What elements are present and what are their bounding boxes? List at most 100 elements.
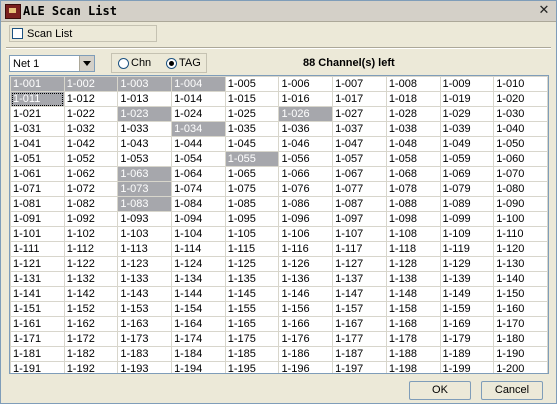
channel-cell[interactable]: 1-001: [10, 76, 65, 92]
channel-cell[interactable]: 1-185: [224, 346, 280, 362]
channel-cell[interactable]: 1-077: [332, 181, 387, 197]
scan-list-checkbox[interactable]: [12, 28, 23, 39]
channel-cell[interactable]: 1-099: [439, 211, 495, 227]
channel-cell[interactable]: 1-156: [278, 301, 334, 317]
channel-cell[interactable]: 1-097: [332, 211, 387, 227]
channel-cell[interactable]: 1-044: [171, 136, 226, 152]
channel-cell[interactable]: 1-132: [63, 271, 119, 287]
channel-cell[interactable]: 1-068: [385, 166, 441, 182]
channel-cell[interactable]: 1-085: [224, 196, 280, 212]
channel-cell[interactable]: 1-172: [63, 331, 119, 347]
channel-cell[interactable]: 1-142: [63, 286, 119, 302]
channel-cell[interactable]: 1-148: [385, 286, 441, 302]
channel-cell[interactable]: 1-049: [439, 136, 495, 152]
channel-cell[interactable]: 1-108: [385, 226, 441, 242]
channel-cell[interactable]: 1-048: [385, 136, 441, 152]
channel-cell[interactable]: 1-040: [493, 121, 548, 137]
channel-cell[interactable]: 1-033: [117, 121, 173, 137]
channel-cell[interactable]: 1-089: [439, 196, 495, 212]
channel-cell[interactable]: 1-151: [10, 301, 65, 317]
channel-cell[interactable]: 1-074: [171, 181, 226, 197]
ok-button[interactable]: OK: [409, 381, 471, 400]
channel-cell[interactable]: 1-070: [493, 166, 548, 182]
channel-cell[interactable]: 1-092: [63, 211, 119, 227]
channel-cell[interactable]: 1-145: [224, 286, 280, 302]
channel-cell[interactable]: 1-042: [63, 136, 119, 152]
channel-cell[interactable]: 1-177: [332, 331, 387, 347]
channel-cell[interactable]: 1-140: [493, 271, 548, 287]
channel-cell[interactable]: 1-029: [439, 106, 495, 122]
channel-cell[interactable]: 1-198: [385, 361, 441, 373]
channel-cell[interactable]: 1-195: [224, 361, 280, 373]
close-icon[interactable]: ✕: [536, 3, 552, 18]
channel-cell[interactable]: 1-146: [278, 286, 334, 302]
channel-cell[interactable]: 1-127: [332, 256, 387, 272]
channel-cell[interactable]: 1-017: [332, 91, 387, 107]
channel-cell[interactable]: 1-015: [224, 91, 280, 107]
channel-cell[interactable]: 1-129: [439, 256, 495, 272]
channel-cell[interactable]: 1-111: [10, 241, 65, 257]
channel-cell[interactable]: 1-194: [171, 361, 226, 373]
channel-cell[interactable]: 1-041: [10, 136, 65, 152]
channel-cell[interactable]: 1-174: [171, 331, 226, 347]
channel-cell[interactable]: 1-175: [224, 331, 280, 347]
channel-cell[interactable]: 1-078: [385, 181, 441, 197]
net-select[interactable]: Net 1: [9, 55, 95, 72]
channel-cell[interactable]: 1-036: [278, 121, 334, 137]
channel-cell[interactable]: 1-171: [10, 331, 65, 347]
tag-radio[interactable]: [166, 58, 177, 69]
channel-cell[interactable]: 1-071: [10, 181, 65, 197]
channel-cell[interactable]: 1-082: [63, 196, 119, 212]
channel-cell[interactable]: 1-109: [439, 226, 495, 242]
channel-cell[interactable]: 1-063: [117, 166, 173, 182]
channel-cell[interactable]: 1-047: [332, 136, 387, 152]
channel-cell[interactable]: 1-014: [171, 91, 226, 107]
channel-cell[interactable]: 1-154: [171, 301, 226, 317]
channel-cell[interactable]: 1-128: [385, 256, 441, 272]
channel-cell[interactable]: 1-179: [439, 331, 495, 347]
channel-cell[interactable]: 1-157: [332, 301, 387, 317]
cancel-button[interactable]: Cancel: [481, 381, 543, 400]
channel-cell[interactable]: 1-046: [278, 136, 334, 152]
channel-cell[interactable]: 1-197: [332, 361, 387, 373]
channel-cell[interactable]: 1-096: [278, 211, 334, 227]
channel-cell[interactable]: 1-115: [224, 241, 280, 257]
channel-cell[interactable]: 1-119: [439, 241, 495, 257]
channel-cell[interactable]: 1-196: [278, 361, 334, 373]
channel-cell[interactable]: 1-053: [117, 151, 173, 167]
channel-cell[interactable]: 1-103: [117, 226, 173, 242]
channel-cell[interactable]: 1-083: [117, 196, 173, 212]
channel-cell[interactable]: 1-184: [171, 346, 226, 362]
channel-cell[interactable]: 1-130: [493, 256, 548, 272]
channel-cell[interactable]: 1-144: [171, 286, 226, 302]
channel-cell[interactable]: 1-080: [493, 181, 548, 197]
chn-radio[interactable]: [118, 58, 129, 69]
channel-cell[interactable]: 1-056: [278, 151, 334, 167]
channel-cell[interactable]: 1-137: [332, 271, 387, 287]
channel-cell[interactable]: 1-182: [63, 346, 119, 362]
channel-cell[interactable]: 1-003: [117, 76, 173, 92]
channel-cell[interactable]: 1-189: [439, 346, 495, 362]
channel-cell[interactable]: 1-100: [493, 211, 548, 227]
channel-cell[interactable]: 1-064: [171, 166, 226, 182]
channel-cell[interactable]: 1-120: [493, 241, 548, 257]
channel-cell[interactable]: 1-136: [278, 271, 334, 287]
channel-cell[interactable]: 1-113: [117, 241, 173, 257]
channel-cell[interactable]: 1-028: [385, 106, 441, 122]
channel-cell[interactable]: 1-072: [63, 181, 119, 197]
channel-cell[interactable]: 1-093: [117, 211, 173, 227]
channel-cell[interactable]: 1-138: [385, 271, 441, 287]
channel-cell[interactable]: 1-176: [278, 331, 334, 347]
channel-cell[interactable]: 1-032: [63, 121, 119, 137]
channel-cell[interactable]: 1-123: [117, 256, 173, 272]
channel-cell[interactable]: 1-200: [493, 361, 548, 373]
channel-cell[interactable]: 1-117: [332, 241, 387, 257]
channel-cell[interactable]: 1-059: [439, 151, 495, 167]
channel-cell[interactable]: 1-149: [439, 286, 495, 302]
channel-cell[interactable]: 1-005: [224, 76, 280, 92]
channel-cell[interactable]: 1-104: [171, 226, 226, 242]
channel-cell[interactable]: 1-107: [332, 226, 387, 242]
channel-cell[interactable]: 1-159: [439, 301, 495, 317]
channel-cell[interactable]: 1-021: [10, 106, 65, 122]
channel-cell[interactable]: 1-170: [493, 316, 548, 332]
